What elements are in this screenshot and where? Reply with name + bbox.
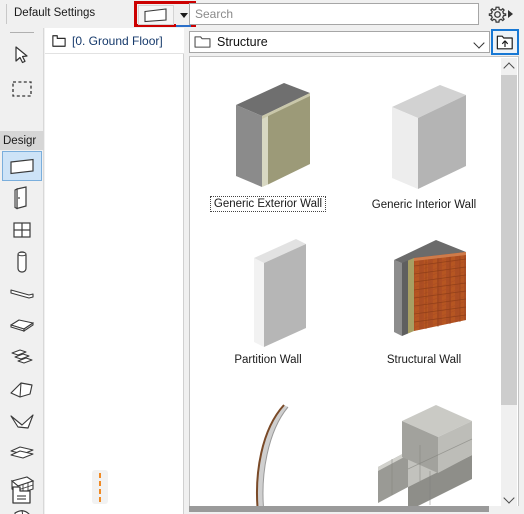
wall-tool-icon bbox=[144, 7, 167, 22]
sidebar-item-stair[interactable] bbox=[2, 343, 42, 373]
wall-icon bbox=[9, 158, 34, 174]
curved-wall-thumb bbox=[190, 395, 346, 507]
sidebar-item-marquee[interactable] bbox=[2, 74, 42, 104]
concrete-block-thumb bbox=[346, 395, 502, 507]
handle-dash bbox=[99, 488, 101, 494]
vertical-scrollbar[interactable] bbox=[501, 58, 517, 507]
scrollbar-thumb[interactable] bbox=[501, 75, 517, 405]
story-selector-row[interactable]: [0. Ground Floor] bbox=[45, 28, 184, 54]
slab-icon bbox=[10, 319, 34, 333]
search-input[interactable] bbox=[190, 4, 478, 24]
play-triangle-icon bbox=[508, 10, 513, 18]
list-item-label: Structural Wall bbox=[386, 354, 462, 366]
window-icon bbox=[13, 222, 31, 238]
tool-palette: Desigr bbox=[0, 28, 44, 514]
attribute-browser-panel: Structure Generic Exterior Wall Generic … bbox=[184, 28, 524, 514]
attribute-browser-window: Default Settings Search Desigr [0. Groun… bbox=[0, 0, 524, 514]
folder-icon bbox=[194, 36, 211, 48]
list-item-label: Generic Exterior Wall bbox=[209, 196, 327, 212]
sidebar-item-wall[interactable] bbox=[2, 151, 42, 181]
search-field[interactable] bbox=[189, 3, 479, 25]
story-label: [0. Ground Floor] bbox=[72, 33, 163, 48]
sidebar-item-zone[interactable] bbox=[2, 480, 42, 510]
folder-name-label: Structure bbox=[217, 35, 268, 49]
panel-resize-handle[interactable] bbox=[92, 470, 108, 504]
generic-interior-wall-thumb bbox=[346, 73, 502, 198]
mesh-icon bbox=[10, 446, 34, 459]
chevron-up-icon[interactable] bbox=[501, 58, 517, 75]
list-item[interactable]: Generic Interior Wall bbox=[346, 57, 502, 212]
go-up-folder-button[interactable] bbox=[491, 29, 519, 55]
sidebar-item-mesh[interactable] bbox=[2, 439, 42, 469]
list-item[interactable] bbox=[190, 367, 346, 507]
scrollbar-thumb[interactable] bbox=[189, 506, 489, 512]
handle-dash bbox=[99, 480, 101, 486]
folder-up-icon bbox=[496, 35, 513, 49]
palette-separator bbox=[10, 32, 34, 33]
beam-icon bbox=[10, 289, 34, 299]
door-icon bbox=[14, 186, 27, 210]
active-tool-highlight-box bbox=[134, 1, 196, 27]
list-item[interactable] bbox=[346, 367, 502, 507]
arrow-cursor-icon bbox=[15, 46, 28, 64]
structural-wall-thumb bbox=[346, 228, 502, 353]
item-grid: Generic Exterior Wall Generic Interior W… bbox=[189, 56, 519, 508]
handle-dash bbox=[99, 496, 101, 502]
sidebar-item-beam[interactable] bbox=[2, 279, 42, 309]
tool-dropdown-underline bbox=[176, 25, 191, 27]
sidebar-item-roof[interactable] bbox=[2, 375, 42, 405]
toolbar-divider bbox=[6, 4, 7, 24]
list-item-label: Partition Wall bbox=[234, 354, 302, 366]
list-item[interactable]: Partition Wall bbox=[190, 212, 346, 367]
gear-icon bbox=[488, 6, 507, 23]
sidebar-item-window[interactable] bbox=[2, 215, 42, 245]
list-item[interactable]: Structural Wall bbox=[346, 212, 502, 367]
settings-button[interactable] bbox=[487, 3, 517, 25]
top-toolbar: Default Settings bbox=[0, 0, 524, 28]
zone-icon bbox=[12, 486, 31, 504]
sidebar-item-arrow-select[interactable] bbox=[2, 40, 42, 70]
generic-exterior-wall-thumb bbox=[190, 71, 346, 196]
list-item-label: Generic Interior Wall bbox=[371, 199, 477, 211]
sidebar-item-column[interactable] bbox=[2, 247, 42, 277]
dashed-rectangle-icon bbox=[12, 81, 32, 97]
sidebar-item-shell[interactable] bbox=[2, 407, 42, 437]
shell-icon bbox=[10, 414, 34, 429]
stair-icon bbox=[11, 349, 33, 364]
column-icon bbox=[17, 251, 27, 273]
roof-icon bbox=[10, 382, 33, 398]
sidebar-item-slab[interactable] bbox=[2, 311, 42, 341]
list-item[interactable]: Generic Exterior Wall bbox=[190, 57, 346, 212]
design-tab-label: Desigr bbox=[0, 131, 44, 150]
default-settings-label: Default Settings bbox=[14, 7, 96, 19]
wall-tool-button[interactable] bbox=[138, 5, 174, 25]
sidebar-item-door[interactable] bbox=[2, 183, 42, 213]
story-icon bbox=[52, 34, 66, 47]
favorites-panel: [0. Ground Floor] bbox=[45, 28, 184, 514]
partition-wall-thumb bbox=[190, 228, 346, 353]
folder-dropdown[interactable]: Structure bbox=[189, 31, 490, 53]
chevron-down-icon[interactable] bbox=[474, 37, 485, 48]
horizontal-scrollbar[interactable] bbox=[189, 506, 519, 512]
handle-dash bbox=[99, 472, 101, 478]
